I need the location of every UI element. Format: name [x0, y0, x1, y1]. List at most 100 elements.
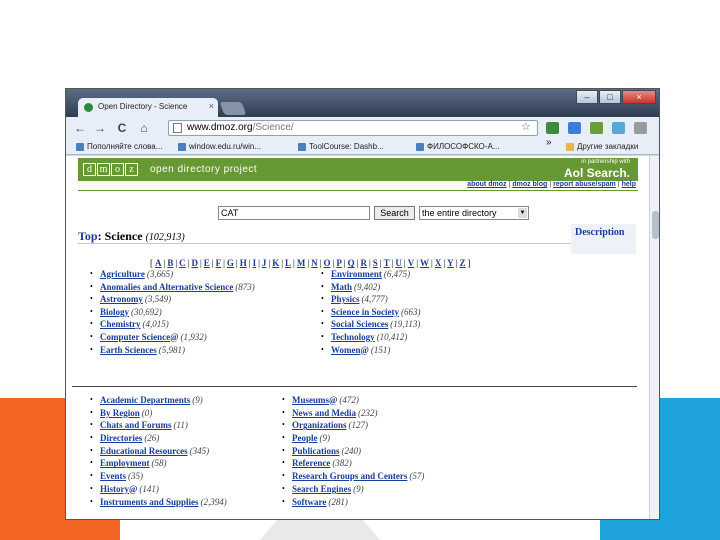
category-link[interactable]: Directories	[100, 433, 142, 443]
alphabet-letter-link[interactable]: H	[240, 258, 247, 268]
vertical-scrollbar[interactable]	[649, 156, 659, 519]
category-link[interactable]: Environment	[331, 269, 382, 279]
alphabet-letter-link[interactable]: T	[384, 258, 390, 268]
alphabet-letter-link[interactable]: V	[408, 258, 415, 268]
more-bookmarks-chevron-icon[interactable]: »	[546, 137, 552, 148]
address-bar[interactable]: www.dmoz.org/Science/	[168, 120, 538, 136]
alphabet-letter-link[interactable]: U	[395, 258, 402, 268]
category-link[interactable]: Social Sciences	[331, 319, 388, 329]
category-link[interactable]: History	[100, 484, 129, 494]
alphabet-letter-link[interactable]: Q	[348, 258, 355, 268]
category-link[interactable]: Events	[100, 471, 126, 481]
category-link[interactable]: Instruments and Supplies	[100, 497, 199, 507]
list-item: • Chemistry (4,015)	[90, 318, 255, 331]
alphabet-letter-link[interactable]: L	[285, 258, 291, 268]
category-link[interactable]: Search Engines	[292, 484, 351, 494]
category-link[interactable]: Physics	[331, 294, 360, 304]
alphabet-letter-link[interactable]: O	[323, 258, 330, 268]
alphabet-letter-link[interactable]: R	[360, 258, 367, 268]
category-link[interactable]: Chats and Forums	[100, 420, 172, 430]
alphabet-letter-link[interactable]: C	[179, 258, 186, 268]
home-icon[interactable]: ⌂	[136, 120, 152, 136]
category-link[interactable]: Academic Departments	[100, 395, 190, 405]
category-link[interactable]: Computer Science	[100, 332, 170, 342]
category-link[interactable]: Science in Society	[331, 307, 399, 317]
alphabet-letter-link[interactable]: B	[167, 258, 173, 268]
alphabet-letter-link[interactable]: S	[373, 258, 378, 268]
alphabet-separator: |	[223, 258, 225, 268]
tab-close-icon[interactable]: ×	[209, 101, 214, 111]
category-link[interactable]: People	[292, 433, 318, 443]
category-link[interactable]: Agriculture	[100, 269, 145, 279]
alphabet-letter-link[interactable]: M	[297, 258, 306, 268]
category-link[interactable]: Technology	[331, 332, 375, 342]
bookmark-item[interactable]: Пополняйте слова...	[76, 142, 162, 151]
new-tab-button[interactable]	[219, 102, 247, 115]
category-link[interactable]: Chemistry	[100, 319, 141, 329]
category-link[interactable]: Museums	[292, 395, 329, 405]
category-link[interactable]: Earth Sciences	[100, 345, 157, 355]
alphabet-letter-link[interactable]: J	[262, 258, 267, 268]
category-link[interactable]: Astronomy	[100, 294, 143, 304]
extension-blue-icon[interactable]	[568, 122, 581, 134]
search-input[interactable]: CAT	[218, 206, 370, 220]
bookmark-item[interactable]: window.edu.ru/win...	[178, 142, 261, 151]
alphabet-letter-link[interactable]: Z	[459, 258, 465, 268]
alphabet-letter-link[interactable]: K	[272, 258, 279, 268]
category-link[interactable]: Women	[331, 345, 361, 355]
back-arrow-icon[interactable]: ←	[72, 120, 88, 136]
top-link[interactable]: Top	[78, 229, 98, 243]
category-link[interactable]: By Region	[100, 408, 140, 418]
scrollbar-thumb[interactable]	[652, 211, 659, 239]
dmoz-blog-link[interactable]: dmoz blog	[512, 181, 547, 188]
forward-arrow-icon[interactable]: →	[92, 120, 108, 136]
category-link[interactable]: Publications	[292, 446, 340, 456]
logo-letter: m	[97, 163, 110, 176]
maximize-button[interactable]: □	[599, 90, 621, 104]
category-link[interactable]: Employment	[100, 458, 150, 468]
alphabet-letter-link[interactable]: A	[155, 258, 162, 268]
other-bookmarks-folder[interactable]: Другие закладки	[566, 142, 638, 151]
alphabet-letter-link[interactable]: X	[435, 258, 442, 268]
alphabet-letter-link[interactable]: N	[311, 258, 318, 268]
help-link[interactable]: help	[622, 181, 636, 188]
reload-icon[interactable]: C	[114, 120, 130, 136]
bookmark-star-icon[interactable]: ☆	[521, 120, 531, 133]
report-abuse-link[interactable]: report abuse/spam	[553, 181, 616, 188]
category-link[interactable]: News and Media	[292, 408, 356, 418]
category-link[interactable]: Reference	[292, 458, 330, 468]
alphabet-letter-link[interactable]: F	[216, 258, 222, 268]
extension-mail-icon[interactable]	[612, 122, 625, 134]
dmoz-logo[interactable]: d m o z	[83, 163, 138, 176]
alphabet-letter-link[interactable]: D	[191, 258, 198, 268]
category-link[interactable]: Organizations	[292, 420, 347, 430]
aol-search-logo[interactable]: Aol Search.	[564, 166, 630, 180]
search-button[interactable]: Search	[374, 206, 415, 220]
category-link[interactable]: Research Groups and Centers	[292, 471, 407, 481]
bookmark-item[interactable]: ФИЛОСОФСКО-А...	[416, 142, 499, 151]
wrench-icon[interactable]	[634, 122, 647, 134]
browser-toolbar: ← → C ⌂ www.dmoz.org/Science/ ☆	[66, 117, 659, 139]
description-link[interactable]: Description	[571, 224, 636, 254]
extension-green-icon[interactable]	[546, 122, 559, 134]
category-link[interactable]: Anomalies and Alternative Science	[100, 282, 233, 292]
alphabet-letter-link[interactable]: P	[336, 258, 342, 268]
about-dmoz-link[interactable]: about dmoz	[467, 181, 506, 188]
category-link[interactable]: Software	[292, 497, 326, 507]
alphabet-letter-link[interactable]: W	[420, 258, 429, 268]
search-scope-select[interactable]: the entire directory ▼	[419, 206, 529, 220]
category-link[interactable]: Biology	[100, 307, 129, 317]
alphabet-letter-link[interactable]: G	[227, 258, 234, 268]
category-link[interactable]: Educational Resources	[100, 446, 188, 456]
alphabet-separator: |	[187, 258, 190, 268]
alphabet-letter-link[interactable]: E	[204, 258, 210, 268]
alphabet-letter-link[interactable]: Y	[447, 258, 454, 268]
browser-tab[interactable]: Open Directory - Science ×	[78, 98, 218, 117]
category-link[interactable]: Math	[331, 282, 352, 292]
bullet: •	[282, 407, 285, 417]
extension-photo-icon[interactable]	[590, 122, 603, 134]
close-window-button[interactable]: ×	[622, 90, 656, 104]
bookmark-item[interactable]: ToolCourse: Dashb...	[298, 142, 384, 151]
alphabet-letter-link[interactable]: I	[253, 258, 257, 268]
minimize-button[interactable]: –	[576, 90, 598, 104]
